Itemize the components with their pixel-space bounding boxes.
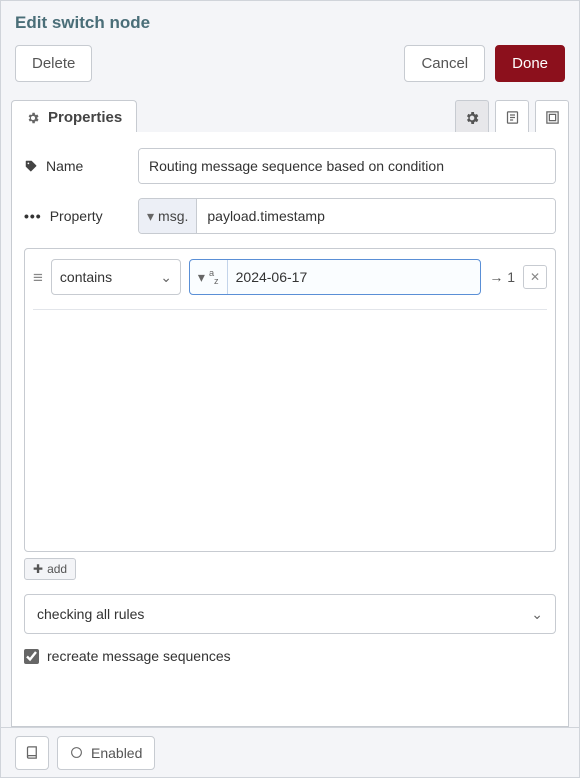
panel-title: Edit switch node — [1, 1, 579, 45]
recreate-label: recreate message sequences — [47, 648, 231, 664]
add-rule-button[interactable]: ✚ add — [24, 558, 76, 580]
name-input[interactable] — [139, 149, 555, 183]
gear-icon — [26, 111, 40, 125]
rule-row: ≡ contains ⌄ ▾ az → 1 ✕ — [33, 259, 547, 310]
caret-down-icon: ▾ — [198, 269, 205, 286]
string-type-icon: az — [209, 268, 219, 286]
cancel-button[interactable]: Cancel — [404, 45, 485, 82]
delete-rule-button[interactable]: ✕ — [523, 265, 547, 289]
appearance-tab-icon[interactable] — [535, 100, 569, 134]
enabled-label: Enabled — [91, 745, 142, 761]
rule-value-input[interactable] — [228, 260, 481, 294]
rule-type-selector[interactable]: ▾ az — [190, 260, 228, 294]
recreate-checkbox-row[interactable]: recreate message sequences — [24, 648, 556, 664]
rule-operator-select[interactable]: contains ⌄ — [51, 259, 181, 295]
settings-tab-icon[interactable] — [455, 100, 489, 134]
tag-icon — [24, 159, 38, 173]
property-scope-label: msg. — [158, 208, 188, 224]
done-button[interactable]: Done — [495, 45, 565, 82]
property-scope-selector[interactable]: ▾ msg. — [139, 199, 197, 233]
description-tab-icon[interactable] — [495, 100, 529, 134]
add-rule-label: add — [47, 562, 67, 576]
docs-button[interactable] — [15, 736, 49, 770]
checking-mode-label: checking all rules — [37, 606, 144, 622]
chevron-down-icon: ⌄ — [160, 269, 172, 286]
field-name-label: Name — [46, 158, 83, 174]
book-icon — [25, 745, 40, 760]
tab-properties[interactable]: Properties — [11, 100, 137, 134]
rule-output-label: → 1 — [489, 269, 515, 285]
circle-icon — [70, 746, 83, 759]
drag-handle-icon[interactable]: ≡ — [33, 269, 43, 286]
caret-down-icon: ▾ — [147, 208, 154, 225]
delete-button[interactable]: Delete — [15, 45, 92, 82]
tab-properties-label: Properties — [48, 109, 122, 126]
rules-container: ≡ contains ⌄ ▾ az → 1 ✕ — [24, 248, 556, 552]
close-icon: ✕ — [530, 270, 540, 284]
rule-operator-label: contains — [60, 269, 112, 285]
enabled-toggle[interactable]: Enabled — [57, 736, 155, 770]
chevron-down-icon: ⌄ — [531, 606, 543, 623]
checking-mode-select[interactable]: checking all rules ⌄ — [24, 594, 556, 634]
property-input[interactable] — [197, 199, 555, 233]
plus-icon: ✚ — [33, 562, 43, 576]
field-property-label: Property — [50, 208, 103, 224]
recreate-checkbox[interactable] — [24, 649, 39, 664]
ellipsis-icon: ••• — [24, 208, 42, 224]
